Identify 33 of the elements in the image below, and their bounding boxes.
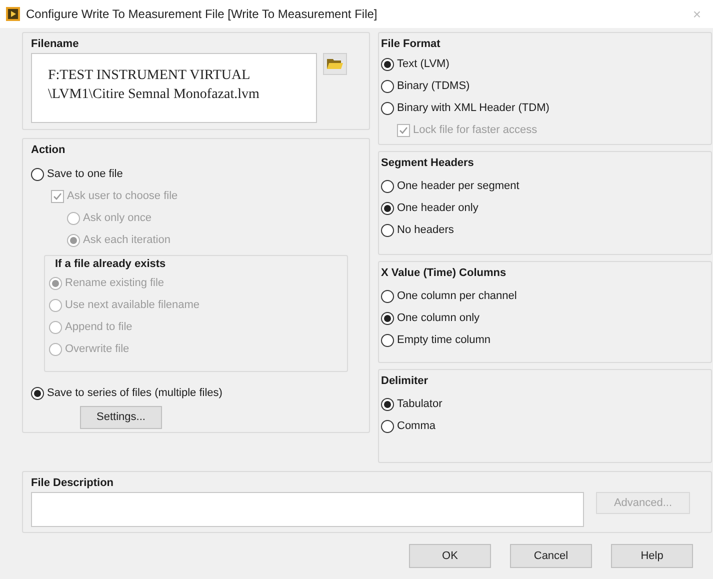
dialog-button[interactable]: Cancel: [510, 544, 592, 568]
radio-option[interactable]: Text (LVM): [381, 53, 450, 75]
radio-option[interactable]: Save to series of files (multiple files): [31, 382, 222, 404]
settings-button[interactable]: Settings...: [80, 406, 162, 429]
group-title: Delimiter: [381, 374, 428, 389]
dialog-button[interactable]: OK: [409, 544, 491, 568]
radio-option[interactable]: One column per channel: [381, 285, 517, 307]
description-field[interactable]: [31, 492, 584, 527]
group-title: Filename: [31, 37, 79, 52]
browse-button[interactable]: [323, 53, 347, 75]
radio-option[interactable]: Tabulator: [381, 393, 442, 415]
group-title: File Format: [381, 37, 440, 52]
dialog-button[interactable]: Help: [611, 544, 693, 568]
radio-option[interactable]: Save to one file: [31, 163, 123, 185]
radio-option[interactable]: No headers: [381, 219, 454, 241]
filename-field[interactable]: F:TEST INSTRUMENT VIRTUAL \LVM1\Citire Semnal Monofazat.lvm: [31, 53, 317, 123]
radio-option[interactable]: Comma: [381, 415, 436, 437]
radio-option[interactable]: One column only: [381, 307, 480, 329]
checkmark-icon: [398, 124, 409, 136]
radio-option[interactable]: Binary (TDMS): [381, 75, 470, 97]
window-title: Configure Write To Measurement File [Write To Measurement File]: [26, 6, 378, 23]
group-title: If a file already exists: [55, 257, 166, 272]
radio-option[interactable]: One header only: [381, 197, 478, 219]
app-icon: [6, 7, 20, 21]
radio-option[interactable]: One header per segment: [381, 175, 520, 197]
radio-option[interactable]: Binary with XML Header (TDM): [381, 97, 550, 119]
group-title: X Value (Time) Columns: [381, 266, 506, 281]
radio-option[interactable]: Empty time column: [381, 329, 491, 351]
group-title: Action: [31, 143, 66, 158]
folder-icon: [327, 58, 343, 70]
group-title: File Description: [31, 476, 114, 491]
group-title: Segment Headers: [381, 156, 474, 171]
checkmark-icon: [52, 190, 63, 202]
